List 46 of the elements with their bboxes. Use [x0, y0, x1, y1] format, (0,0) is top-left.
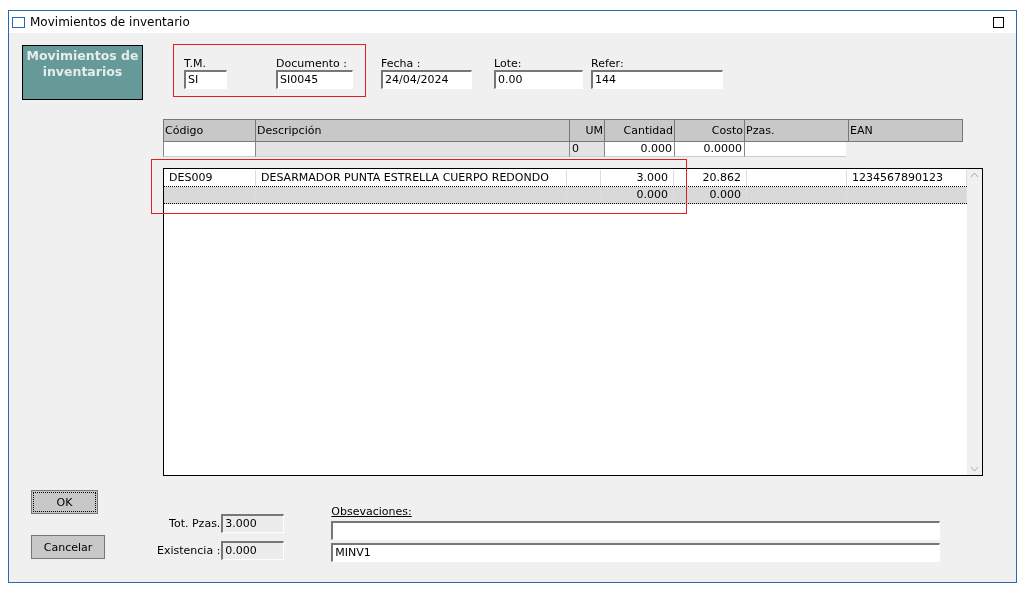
total-field: 0.000 [221, 540, 285, 560]
input-field[interactable]: 144 [591, 70, 723, 89]
window-icon [12, 16, 25, 28]
entry-field[interactable]: 0 [569, 142, 604, 157]
input-field[interactable]: 0.00 [494, 70, 583, 89]
banner: Movimientos de inventarios [22, 45, 143, 100]
column-header: Cantidad [604, 119, 674, 142]
column-header: UM [569, 119, 604, 142]
input-field[interactable]: SI0045 [276, 70, 353, 89]
table-cell: DES009 [164, 170, 256, 186]
entry-field[interactable] [163, 142, 255, 157]
observations-field[interactable] [331, 521, 941, 540]
total-label: Existencia : [157, 543, 221, 557]
maximize-icon[interactable] [993, 16, 1004, 28]
table-cell: 3.000 [601, 170, 674, 186]
entry-field[interactable] [744, 142, 846, 157]
column-header: Pzas. [744, 119, 848, 142]
cancel-button[interactable]: Cancelar [31, 535, 105, 559]
input-field[interactable]: SI [184, 70, 227, 89]
list-row[interactable]: DES009 DESARMADOR PUNTA ESTRELLA CUERPO REDONDO 3.000 20.862 1234567890123 [164, 170, 967, 187]
entry-field[interactable]: 0.0000 [674, 142, 744, 157]
column-header: Costo [674, 119, 744, 142]
entry-field[interactable]: 0.000 [604, 142, 674, 157]
observations-field[interactable]: MINV1 [331, 543, 941, 562]
scroll-up-icon[interactable] [970, 172, 979, 178]
table-cell: 20.862 [674, 170, 747, 186]
total-label: Tot. Pzas. [168, 517, 221, 531]
column-header: Descripción [255, 119, 569, 142]
scroll-down-icon[interactable] [970, 466, 979, 472]
list-row[interactable]: 0.000 0.000 [164, 187, 967, 204]
field-label: Obsevaciones: [331, 505, 413, 518]
field-label: Documento : [276, 57, 348, 70]
table-cell: 0.000 [674, 187, 747, 203]
input-field[interactable]: 24/04/2024 [381, 70, 472, 89]
ok-button[interactable]: OK [31, 490, 98, 514]
field-label: Refer: [591, 57, 625, 70]
field-label: Lote: [494, 57, 523, 70]
total-field: 3.000 [221, 514, 285, 534]
entry-field[interactable] [255, 142, 569, 157]
field-label: Fecha : [381, 57, 422, 70]
field-label: T.M. [184, 57, 207, 70]
table-cell: 0.000 [601, 187, 674, 203]
table-cell: DESARMADOR PUNTA ESTRELLA CUERPO REDONDO [256, 170, 567, 186]
column-header: EAN [848, 119, 963, 142]
window-title: Movimientos de inventario [30, 15, 191, 29]
column-header: Código [163, 119, 255, 142]
